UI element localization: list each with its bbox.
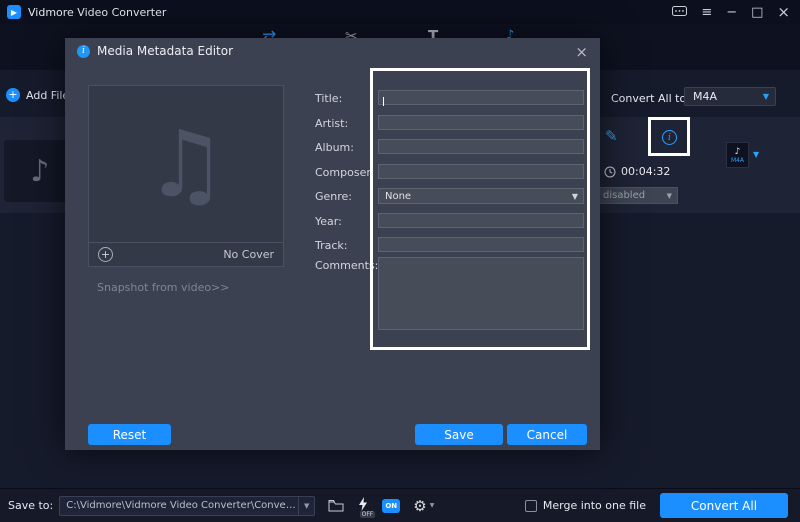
title-label: Title: <box>315 92 342 105</box>
app-logo-icon: ▶ <box>7 5 21 19</box>
duration-value: 00:04:32 <box>621 165 670 178</box>
genre-value: None <box>379 191 411 202</box>
edit-metadata-icon[interactable]: ✎ <box>605 127 618 145</box>
feedback-icon[interactable] <box>672 6 687 18</box>
dialog-title: Media Metadata Editor <box>97 44 233 58</box>
cover-art-area: ♫ <box>89 86 283 242</box>
app-title: Vidmore Video Converter <box>28 6 166 19</box>
year-label: Year: <box>315 215 342 228</box>
app-window: ⇄ ✂ T ♪ ▶ Vidmore Video Converter ≡ − □ … <box>0 0 800 522</box>
settings-button[interactable]: ⚙ ▼ <box>413 497 434 515</box>
media-metadata-editor-dialog: i Media Metadata Editor × ♫ + No Cover S… <box>65 38 600 450</box>
dialog-close-icon[interactable]: × <box>575 43 588 61</box>
album-label: Album: <box>315 141 354 154</box>
genre-dropdown[interactable]: None ▼ <box>378 188 584 204</box>
gpu-toggle-badge: ON <box>385 502 397 510</box>
title-input[interactable] <box>378 90 584 105</box>
add-cover-button[interactable]: + <box>98 247 113 262</box>
composer-input[interactable] <box>378 164 584 179</box>
reset-button[interactable]: Reset <box>88 424 171 445</box>
merge-option[interactable]: Merge into one file <box>525 499 646 512</box>
chevron-down-icon: ▼ <box>763 92 769 101</box>
track-input[interactable] <box>378 237 584 252</box>
output-path-dropdown[interactable]: C:\Vidmore\Vidmore Video Converter\Conve… <box>59 496 315 516</box>
gpu-acceleration-icon[interactable]: ON <box>382 499 400 513</box>
duration-row: 00:04:32 <box>604 165 670 178</box>
bottom-bar: Save to: C:\Vidmore\Vidmore Video Conver… <box>0 488 800 522</box>
output-file-badge[interactable]: ♪ M4A <box>726 142 749 168</box>
merge-checkbox[interactable] <box>525 500 537 512</box>
menu-icon[interactable]: ≡ <box>701 5 712 20</box>
window-controls: ≡ − □ × <box>672 3 800 21</box>
no-cover-label: No Cover <box>223 248 274 261</box>
genre-label: Genre: <box>315 190 352 203</box>
cancel-button[interactable]: Cancel <box>507 424 587 445</box>
output-format-dropdown[interactable]: M4A ▼ <box>684 87 776 106</box>
comments-textarea[interactable] <box>378 257 584 330</box>
open-folder-icon[interactable] <box>328 499 344 512</box>
chevron-down-icon: ▼ <box>572 192 578 201</box>
titlebar: ▶ Vidmore Video Converter ≡ − □ × <box>0 0 800 24</box>
output-format-value: M4A <box>685 90 717 103</box>
chevron-down-icon[interactable]: ▼ <box>298 497 314 515</box>
disabled-dropdown[interactable]: disabled ▼ <box>594 187 678 204</box>
logo-glyph: ▶ <box>11 8 17 17</box>
chevron-down-icon: ▼ <box>667 192 672 200</box>
disabled-value: disabled <box>595 190 645 201</box>
save-to-label: Save to: <box>8 499 53 512</box>
speed-toggle-badge: OFF <box>360 511 376 518</box>
minimize-icon[interactable]: − <box>726 5 737 20</box>
add-files-plus-icon: + <box>6 88 20 102</box>
merge-label: Merge into one file <box>543 499 646 512</box>
dialog-header: i Media Metadata Editor × <box>65 38 600 64</box>
music-note-icon: ♪ <box>735 147 741 157</box>
music-note-icon: ♪ <box>30 154 49 189</box>
file-format-label: M4A <box>731 157 744 164</box>
comments-label: Comments: <box>315 259 378 272</box>
output-path-value: C:\Vidmore\Vidmore Video Converter\Conve… <box>60 500 298 511</box>
save-button[interactable]: Save <box>415 424 503 445</box>
high-speed-toggle-icon[interactable]: OFF <box>358 496 368 515</box>
close-icon[interactable]: × <box>777 3 790 21</box>
chevron-down-icon: ▼ <box>430 502 435 509</box>
album-input[interactable] <box>378 139 584 154</box>
artist-label: Artist: <box>315 117 348 130</box>
year-input[interactable] <box>378 213 584 228</box>
badge-chevron-down-icon[interactable]: ▼ <box>753 150 759 159</box>
artist-input[interactable] <box>378 115 584 130</box>
clock-icon <box>604 166 616 178</box>
composer-label: Composer: <box>315 166 374 179</box>
media-info-icon[interactable]: i <box>662 130 677 145</box>
music-note-icon: ♫ <box>145 111 227 218</box>
cover-strip: + No Cover <box>89 242 283 266</box>
track-label: Track: <box>315 239 348 252</box>
snapshot-from-video-link[interactable]: Snapshot from video>> <box>97 281 230 294</box>
gear-icon: ⚙ <box>413 497 426 515</box>
convert-all-to-label: Convert All to: <box>611 92 690 105</box>
cover-art-placeholder: ♫ + No Cover <box>88 85 284 267</box>
text-cursor <box>383 97 384 106</box>
convert-all-button[interactable]: Convert All <box>660 493 788 518</box>
info-icon: i <box>77 45 90 58</box>
maximize-icon[interactable]: □ <box>751 5 763 20</box>
